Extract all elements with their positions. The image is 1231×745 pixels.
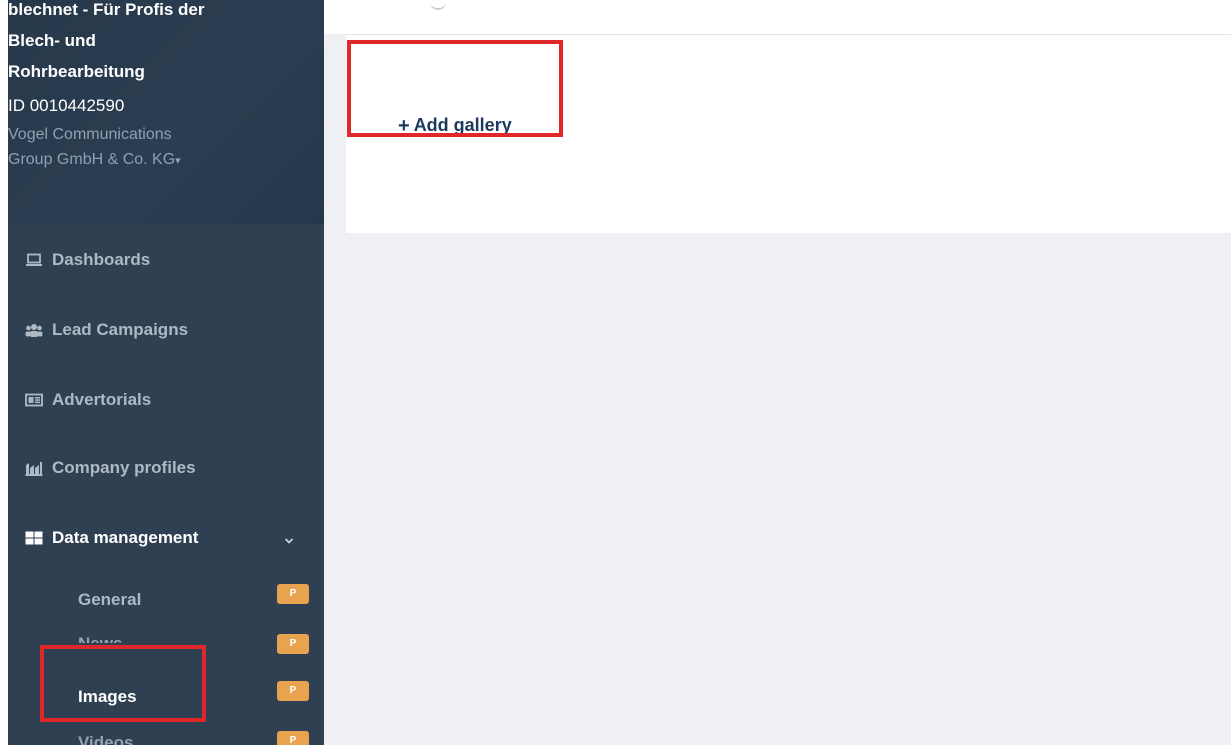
premium-badge: P: [277, 584, 309, 604]
premium-badge: P: [277, 634, 309, 654]
app-window: blechnet - Für Profis der Blech- und Roh…: [0, 0, 1231, 745]
gallery-panel: + Add gallery: [346, 34, 1231, 233]
subnav-item-general[interactable]: General P: [8, 582, 324, 618]
table-icon: [25, 530, 43, 546]
organization-name: blechnet - Für Profis der Blech- und Roh…: [8, 0, 205, 81]
subnav-item-videos[interactable]: Videos P: [8, 727, 324, 745]
chevron-down-icon: [284, 530, 294, 550]
subnav-item-label: Videos: [78, 733, 134, 745]
company-name: Vogel Communications Group GmbH & Co. KG: [8, 126, 176, 168]
plus-icon: +: [398, 114, 410, 137]
laptop-icon: [25, 252, 43, 268]
organization-id: ID 0010442590: [8, 96, 125, 115]
subnav-item-label: News: [78, 634, 123, 653]
subnav-item-news[interactable]: News P: [8, 630, 324, 666]
organization-switcher[interactable]: blechnet - Für Profis der Blech- und Roh…: [8, 0, 324, 224]
sidebar-item-advertorials[interactable]: Advertorials: [8, 378, 324, 422]
sidebar: blechnet - Für Profis der Blech- und Roh…: [8, 0, 324, 745]
sidebar-item-company-profiles[interactable]: Company profiles: [8, 446, 324, 490]
newspaper-icon: [25, 392, 43, 408]
sidebar-item-label: Advertorials: [52, 390, 152, 409]
subnav-item-label: General: [78, 590, 142, 609]
add-gallery-button[interactable]: + Add gallery: [398, 115, 512, 136]
sidebar-item-lead-campaigns[interactable]: Lead Campaigns: [8, 308, 324, 352]
sidebar-item-label: Data management: [52, 528, 199, 547]
sidebar-item-label: Lead Campaigns: [52, 320, 189, 339]
sidebar-item-label: Dashboards: [52, 250, 151, 269]
caret-down-icon: ▾: [175, 155, 181, 167]
users-icon: [25, 322, 43, 338]
premium-badge: P: [277, 731, 309, 745]
sidebar-item-data-management[interactable]: Data management: [8, 516, 324, 560]
industry-icon: [25, 460, 43, 476]
subnav-item-images[interactable]: Images P: [8, 679, 324, 715]
premium-badge: P: [277, 681, 309, 701]
subnav-item-label: Images: [78, 687, 137, 706]
company-selector[interactable]: Vogel Communications Group GmbH & Co. KG…: [8, 122, 258, 174]
sidebar-item-dashboards[interactable]: Dashboards: [8, 238, 324, 282]
scroll-indicator-icon: [430, 0, 446, 10]
sidebar-item-label: Company profiles: [52, 458, 196, 477]
add-gallery-label: Add gallery: [413, 115, 512, 135]
main-content: + Add gallery: [324, 0, 1231, 745]
